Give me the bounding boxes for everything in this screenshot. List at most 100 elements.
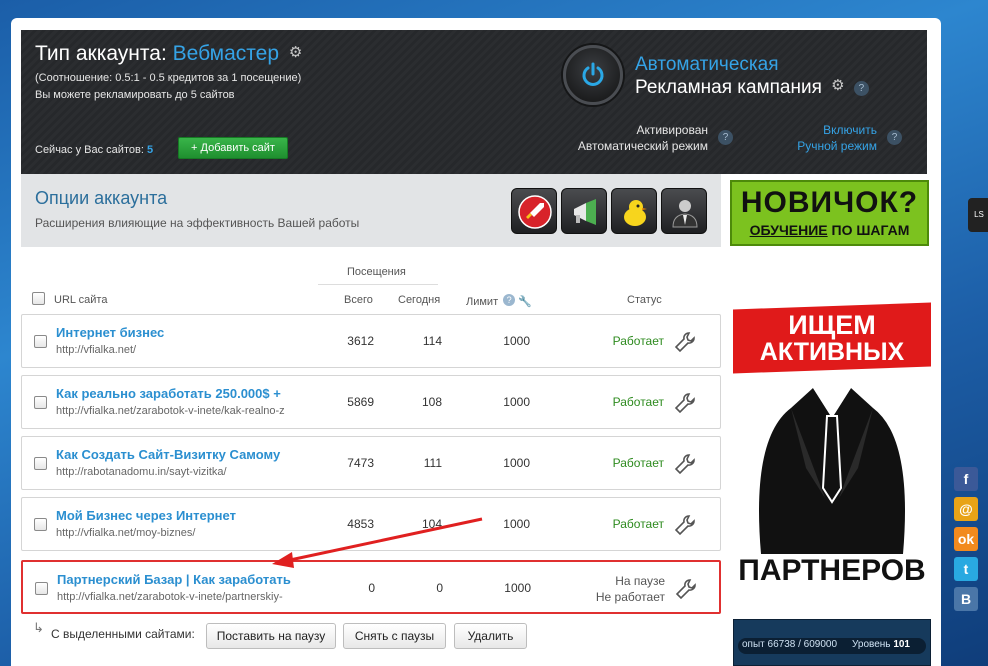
option-megaphone[interactable] <box>561 188 607 234</box>
header-divider <box>318 284 438 285</box>
wrench-icon[interactable]: 🔧 <box>518 296 532 308</box>
power-button[interactable] <box>563 45 623 105</box>
pause-button[interactable]: Поставить на паузу <box>206 623 336 649</box>
option-rocket[interactable] <box>511 188 557 234</box>
delete-button[interactable]: Удалить <box>454 623 527 649</box>
visits-today: 0 <box>436 581 443 595</box>
sites-count: Сейчас у Вас сайтов: 5 <box>35 144 154 156</box>
col-limit: Лимит ? 🔧 <box>466 294 532 308</box>
table-row: Как Создать Сайт-Визитку Самому http://r… <box>21 436 721 490</box>
wrench-icon[interactable] <box>674 392 696 414</box>
level-text: Уровень 101 <box>852 639 910 650</box>
help-icon[interactable]: ? <box>887 130 902 145</box>
col-url: URL сайта <box>54 294 108 306</box>
row-checkbox[interactable] <box>34 396 47 409</box>
chick-icon <box>624 200 647 226</box>
partners-banner[interactable]: ИЩЕМ АКТИВНЫХ ПАРТНЕРОВ <box>733 302 931 596</box>
wrench-icon[interactable] <box>675 578 697 600</box>
facebook-icon[interactable]: f <box>954 467 978 491</box>
table-row: Интернет бизнес http://vfialka.net/ 3612… <box>21 314 721 368</box>
status-text: Работает <box>612 456 664 470</box>
site-url: http://vfialka.net/moy-biznes/ <box>56 527 196 539</box>
account-options: Опции аккаунта Расширения влияющие на эф… <box>21 174 721 247</box>
unpause-button[interactable]: Снять с паузы <box>343 623 446 649</box>
status-text: Работает <box>612 395 664 409</box>
visits-header: Посещения <box>347 266 406 278</box>
site-url: http://vfialka.net/zarabotok-v-inete/kak… <box>56 405 285 417</box>
row-checkbox[interactable] <box>34 335 47 348</box>
power-icon <box>582 62 604 86</box>
megaphone-icon <box>574 199 596 225</box>
help-icon[interactable]: ? <box>503 294 516 306</box>
account-type-title: Тип аккаунта: Вебмастер ⚙ <box>35 42 303 65</box>
status-text: Работает <box>612 517 664 531</box>
col-status: Статус <box>627 294 662 306</box>
experience-widget: опыт 66738 / 609000 Уровень 101 <box>733 619 931 666</box>
visits-total: 5869 <box>347 395 374 409</box>
visits-limit: 1000 <box>503 456 530 470</box>
visits-today: 108 <box>421 395 442 409</box>
visits-total: 4853 <box>347 517 374 531</box>
odnoklassniki-icon[interactable]: ok <box>954 527 978 551</box>
side-tab[interactable]: LS <box>968 198 988 232</box>
visits-today: 104 <box>421 517 442 531</box>
table-row-highlighted: Партнерский Базар | Как заработать http:… <box>21 560 721 614</box>
select-all-checkbox[interactable] <box>32 292 45 305</box>
col-today: Сегодня <box>398 294 441 306</box>
visits-limit: 1000 <box>503 334 530 348</box>
account-header: Тип аккаунта: Вебмастер ⚙ (Соотношение: … <box>21 30 927 174</box>
visits-total: 3612 <box>347 334 374 348</box>
enable-link[interactable]: Включить <box>781 123 877 137</box>
auto-mode-label: Автоматический режим <box>577 139 708 153</box>
visits-limit: 1000 <box>503 395 530 409</box>
option-business[interactable] <box>661 188 707 234</box>
mail-icon[interactable]: @ <box>954 497 978 521</box>
visits-limit: 1000 <box>503 517 530 531</box>
help-icon[interactable]: ? <box>853 81 869 96</box>
main-panel: Тип аккаунта: Вебмастер ⚙ (Соотношение: … <box>11 18 941 666</box>
site-url: http://vfialka.net/ <box>56 344 137 356</box>
suit-icon <box>759 382 905 554</box>
vk-icon[interactable]: B <box>954 587 978 611</box>
visits-total: 0 <box>368 581 375 595</box>
manual-mode-link[interactable]: Ручной режим <box>761 139 877 153</box>
wrench-icon[interactable] <box>674 453 696 475</box>
visits-today: 111 <box>423 456 442 470</box>
site-title-link[interactable]: Интернет бизнес <box>56 325 292 340</box>
site-title-link[interactable]: Как Создать Сайт-Визитку Самому <box>56 447 292 462</box>
campaign-title-line2: Рекламная кампания ⚙ ? <box>635 76 869 99</box>
row-checkbox[interactable] <box>34 518 47 531</box>
visits-total: 7473 <box>347 456 374 470</box>
status-text: Работает <box>612 334 664 348</box>
option-chick[interactable] <box>611 188 657 234</box>
status-text: На паузе Не работает <box>595 574 665 604</box>
row-checkbox[interactable] <box>35 582 48 595</box>
campaign-title-line1: Автоматическая <box>635 54 779 75</box>
row-checkbox[interactable] <box>34 457 47 470</box>
options-title: Опции аккаунта <box>35 188 168 208</box>
account-type-value[interactable]: Вебмастер <box>173 42 279 65</box>
site-url: http://vfialka.net/zarabotok-v-inete/par… <box>57 591 283 603</box>
businessman-icon <box>672 200 698 228</box>
wrench-icon[interactable] <box>674 514 696 536</box>
ratio-text: (Соотношение: 0.5:1 - 0.5 кредитов за 1 … <box>35 72 302 84</box>
visits-today: 114 <box>422 334 442 348</box>
help-icon[interactable]: ? <box>718 130 733 145</box>
plus-icon: + <box>191 142 201 154</box>
wrench-icon[interactable] <box>674 331 696 353</box>
gear-icon[interactable]: ⚙ <box>831 76 844 94</box>
table-row: Как реально заработать 250.000$ + http:/… <box>21 375 721 429</box>
table-row: Мой Бизнес через Интернет http://vfialka… <box>21 497 721 551</box>
site-title-link[interactable]: Мой Бизнес через Интернет <box>56 508 292 523</box>
site-title-link[interactable]: Как реально заработать 250.000$ + <box>56 386 292 401</box>
twitter-icon[interactable]: t <box>954 557 978 581</box>
site-title-link[interactable]: Партнерский Базар | Как заработать <box>57 572 293 587</box>
experience-text: опыт 66738 / 609000 <box>742 639 838 650</box>
add-site-button[interactable]: + Добавить сайт <box>178 137 288 159</box>
novice-banner[interactable]: НОВИЧОК? ОБУЧЕНИЕ ПО ШАГАМ <box>730 180 929 246</box>
visits-limit: 1000 <box>504 581 531 595</box>
selected-sites-label: С выделенными сайтами: <box>51 627 195 641</box>
rocket-icon <box>518 195 552 229</box>
gear-icon[interactable]: ⚙ <box>289 43 302 61</box>
site-url: http://rabotanadomu.in/sayt-vizitka/ <box>56 466 227 478</box>
